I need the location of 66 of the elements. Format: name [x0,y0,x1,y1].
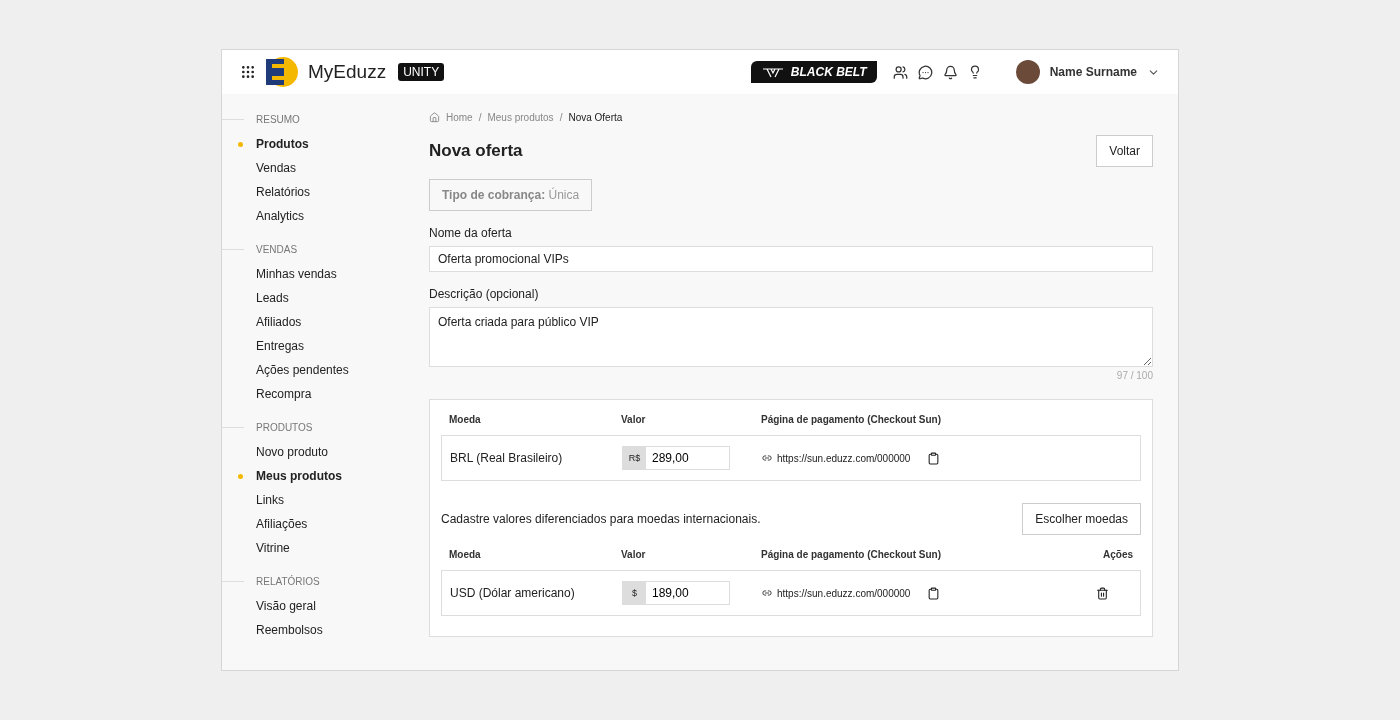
nav-item[interactable]: Meus produtos [256,469,342,483]
field-label: Nome da oferta [429,226,513,240]
column-header: Valor [621,414,647,425]
currency-symbol: $ [623,582,646,604]
international-hint: Cadastre valores diferenciados para moedas internacionais. [441,512,761,526]
nav-item[interactable]: Leads [256,291,289,305]
nav-item[interactable]: Relatórios [256,185,311,199]
separator: / [559,112,563,123]
column-header: Moeda [449,414,482,425]
nav-item[interactable]: Reembolsos [256,623,323,637]
nav-item[interactable]: Entregas [256,339,305,353]
nav-item[interactable]: Vendas [256,161,297,175]
character-counter: 97 / 100 [1115,370,1153,381]
nav-item[interactable]: Novo produto [256,445,329,459]
breadcrumb-link[interactable]: Meus produtos [487,112,554,123]
description-field[interactable]: Oferta criada para público VIP [429,307,1153,367]
separator: / [478,112,482,123]
breadcrumb-link[interactable]: Nova Oferta [568,112,623,123]
column-header: Página de pagamento (Checkout Sun) [761,549,943,560]
trash-icon[interactable] [1095,586,1109,600]
section-title: RELATÓRIOS [256,576,320,587]
field-label: Descrição (opcional) [429,287,540,301]
price-field[interactable]: R$ 289,00 [622,446,730,470]
clipboard-icon[interactable] [927,451,941,465]
section-title: PRODUTOS [256,422,313,433]
price-field[interactable]: $ 189,00 [622,581,730,605]
nav-item[interactable]: Produtos [256,137,309,151]
nav-item[interactable]: Ações pendentes [256,363,349,377]
column-header: Ações [1103,549,1133,560]
clipboard-icon[interactable] [927,586,941,600]
promo-badge[interactable]: BLACK BELT [750,61,877,83]
apps-grid-icon[interactable] [240,64,256,80]
bell-icon[interactable] [942,64,958,80]
nav-item[interactable]: Links [256,493,284,507]
choose-currencies-button[interactable]: Escolher moedas [1022,503,1141,535]
users-icon[interactable] [892,64,908,80]
currency-name: BRL (Real Brasileiro) [450,451,564,465]
nav-item[interactable]: Afiliações [256,517,308,531]
link-icon [762,453,772,463]
back-button[interactable]: Voltar [1096,135,1153,167]
billing-type: Tipo de cobrança: Única [429,179,593,211]
nav-item[interactable]: Minhas vendas [256,267,337,281]
user-name[interactable]: Name Surname [1049,65,1137,79]
currency-name: USD (Dólar americano) [450,586,576,600]
section-title: VENDAS [256,244,298,255]
section-title: RESUMO [256,114,300,125]
nav-item[interactable]: Recompra [256,387,312,401]
page-title: Nova oferta [429,141,523,161]
checkout-url: https://sun.eduzz.com/000000 [777,587,911,599]
column-header: Página de pagamento (Checkout Sun) [761,414,943,425]
nav-item[interactable]: Vitrine [256,541,290,555]
avatar[interactable] [1015,60,1040,84]
edition-badge: UNITY [398,63,445,81]
nav-item[interactable]: Visão geral [256,599,316,613]
home-icon [429,112,440,123]
column-header: Moeda [449,549,482,560]
nav-item[interactable]: Analytics [256,209,305,223]
link-icon [762,588,772,598]
checkout-url: https://sun.eduzz.com/000000 [777,452,911,464]
offer-name-field[interactable]: Oferta promocional VIPs [429,246,1153,272]
brand-name: MyEduzz [308,61,387,83]
nav-item[interactable]: Afiliados [256,315,302,329]
column-header: Valor [621,549,647,560]
logo-icon [266,57,298,87]
currency-symbol: R$ [623,447,646,469]
chat-icon[interactable] [917,64,933,80]
